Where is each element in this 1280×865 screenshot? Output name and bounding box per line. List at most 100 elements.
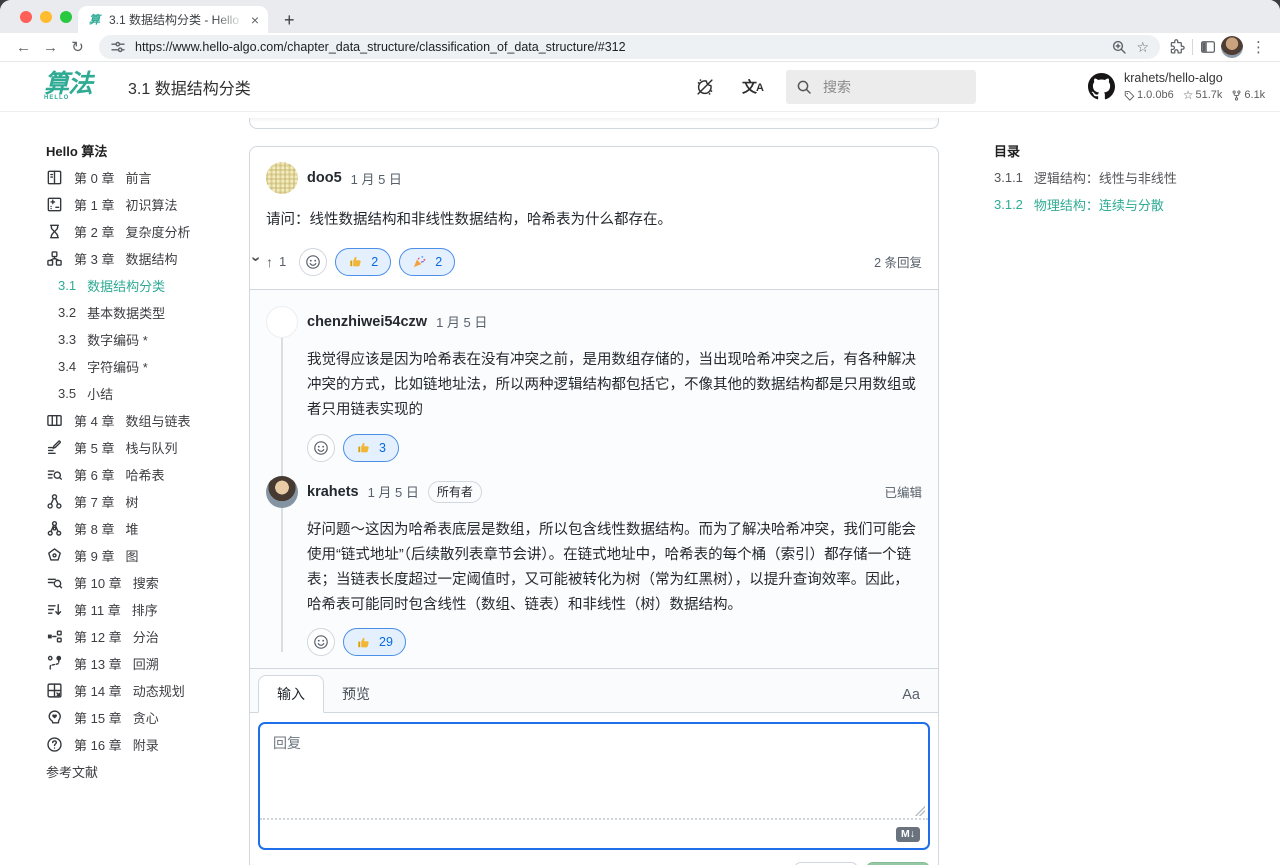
sidebar-item-number: 第 10 章	[74, 573, 122, 592]
toc-item[interactable]: 3.1.2物理结构：连续与分散	[994, 191, 1280, 218]
avatar[interactable]	[266, 306, 298, 338]
comment-date[interactable]: 1 月 5 日	[351, 169, 402, 188]
reply-editor: 回复 M↓	[258, 722, 930, 850]
upvote-button[interactable]: ↑ 1	[266, 254, 286, 270]
heap-icon	[46, 520, 63, 537]
add-reaction-button[interactable]	[307, 628, 335, 656]
sidebar-item-number: 3.5	[58, 386, 76, 401]
sidebar-item[interactable]: 第 15 章贪心›	[46, 704, 258, 731]
sidebar-item-label: 初识算法	[125, 195, 177, 214]
site-header: 算法 HELLO 3.1 数据结构分类 文A krahets/hello-alg…	[0, 62, 1280, 112]
sidebar-item[interactable]: 3.5小结	[46, 380, 258, 407]
bookmark-star-icon[interactable]: ☆	[1136, 39, 1149, 56]
browser-window: 算 3.1 数据结构分类 - Hello 算法 × + ← → ↻ https:…	[0, 0, 1280, 865]
sidebar-item[interactable]: 参考文献	[46, 758, 258, 785]
add-reaction-button[interactable]	[299, 248, 327, 276]
sidebar-item[interactable]: 第 6 章哈希表›	[46, 461, 258, 488]
repo-forks: 6.1k	[1231, 89, 1265, 101]
reaction-pill[interactable]: 29	[343, 628, 406, 656]
sidebar-item[interactable]: 第 7 章树›	[46, 488, 258, 515]
sidebar-item[interactable]: 第 16 章附录›	[46, 731, 258, 758]
add-reaction-button[interactable]	[307, 434, 335, 462]
reload-icon[interactable]: ↻	[64, 38, 91, 56]
graph-icon	[46, 547, 63, 564]
blocks-icon	[46, 250, 63, 267]
search-input[interactable]	[821, 78, 941, 96]
reply-date[interactable]: 1 月 5 日	[368, 482, 419, 501]
sidebar-item[interactable]: 3.3数字编码 *	[46, 326, 258, 353]
tab-preview[interactable]: 预览	[324, 676, 388, 712]
tab-close-icon[interactable]: ×	[251, 13, 259, 27]
reply-footer: 3	[307, 434, 922, 462]
page-title: 3.1 数据结构分类	[128, 75, 251, 99]
fork-icon	[1231, 90, 1242, 101]
back-icon[interactable]: ←	[10, 39, 37, 56]
reply-form: 输入 预览 Aa 回复 M↓ 取消	[250, 668, 938, 865]
resize-handle[interactable]	[915, 806, 925, 816]
browser-profile-avatar[interactable]	[1221, 36, 1243, 58]
markdown-supported-icon[interactable]: M↓	[896, 827, 920, 842]
sidebar-item[interactable]: 第 4 章数组与链表›	[46, 407, 258, 434]
site-settings-icon[interactable]	[110, 39, 126, 55]
sidebar-item[interactable]: 第 12 章分治›	[46, 623, 258, 650]
site-logo[interactable]: 算法 HELLO	[44, 72, 92, 101]
sidebar-item[interactable]: 3.1数据结构分类	[46, 272, 258, 299]
sidebar-item[interactable]: 第 14 章动态规划›	[46, 677, 258, 704]
sidebar-item[interactable]: 第 1 章初识算法›	[46, 191, 258, 218]
sidebar-item[interactable]: 第 10 章搜索›	[46, 569, 258, 596]
zoom-page-icon[interactable]	[1111, 39, 1127, 55]
extensions-icon[interactable]	[1168, 38, 1186, 56]
book-icon	[46, 169, 63, 186]
theme-toggle-icon[interactable]	[694, 76, 716, 98]
address-bar[interactable]: https://www.hello-algo.com/chapter_data_…	[99, 35, 1160, 59]
forward-icon[interactable]: →	[37, 39, 64, 56]
reaction-pill[interactable]: 3	[343, 434, 399, 462]
toc-title: 目录	[994, 137, 1280, 164]
toc-item[interactable]: 3.1.1逻辑结构：线性与非线性	[994, 164, 1280, 191]
new-tab-button[interactable]: +	[284, 11, 295, 29]
avatar[interactable]	[266, 162, 298, 194]
reply-header: krahets1 月 5 日所有者已编辑	[266, 476, 922, 508]
sidebar-item-number: 第 14 章	[74, 681, 122, 700]
window-zoom-button[interactable]	[60, 11, 72, 23]
comment-author[interactable]: doo5	[307, 170, 342, 186]
search-icon	[796, 79, 812, 95]
chevron-down-icon[interactable]: ›	[247, 256, 263, 261]
comment: doo5 1 月 5 日 请问：线性数据结构和非线性数据结构，哈希表为什么都存在…	[250, 147, 938, 289]
sidebar-item[interactable]: 第 8 章堆›	[46, 515, 258, 542]
site-logo-text: 算法	[44, 70, 92, 98]
browser-menu-icon[interactable]: ⋮	[1251, 38, 1266, 56]
text-format-button[interactable]: Aa	[892, 687, 930, 712]
sidebar-item[interactable]: 第 3 章数据结构›	[46, 245, 258, 272]
repo-name: krahets/hello-algo	[1124, 71, 1265, 85]
avatar[interactable]	[266, 476, 298, 508]
sidebar-item-label: 哈希表	[125, 465, 164, 484]
repo-facts: 1.0.0b6 ☆ 51.7k 6.1k	[1124, 88, 1265, 102]
replies-section: chenzhiwei54czw1 月 5 日我觉得应该是因为哈希表在没有冲突之前…	[250, 289, 938, 669]
sidebar-item[interactable]: 第 13 章回溯›	[46, 650, 258, 677]
github-repo-link[interactable]: krahets/hello-algo 1.0.0b6 ☆ 51.7k 6.1k	[1088, 71, 1260, 102]
browser-tab[interactable]: 算 3.1 数据结构分类 - Hello 算法 ×	[78, 6, 268, 33]
reply-author[interactable]: krahets	[307, 484, 359, 500]
site-favicon-icon: 算	[87, 12, 102, 27]
side-panel-icon[interactable]	[1199, 38, 1217, 56]
sidebar-item[interactable]: 3.4字符编码 *	[46, 353, 258, 380]
reply-textarea[interactable]: 回复	[260, 724, 928, 818]
sidebar-item[interactable]: 第 5 章栈与队列›	[46, 434, 258, 461]
sidebar-item[interactable]: 第 11 章排序›	[46, 596, 258, 623]
sidebar-item-number: 3.1	[58, 278, 76, 293]
sidebar-item[interactable]: 第 2 章复杂度分析›	[46, 218, 258, 245]
reaction-pill[interactable]: 2	[399, 248, 455, 276]
language-switch-icon[interactable]: 文A	[742, 76, 764, 97]
sidebar-item[interactable]: 3.2基本数据类型	[46, 299, 258, 326]
reply-date[interactable]: 1 月 5 日	[436, 312, 487, 331]
search-box[interactable]	[786, 70, 976, 104]
sidebar-item[interactable]: 第 0 章前言›	[46, 164, 258, 191]
editor-tab-bar: 输入 预览 Aa	[250, 669, 938, 713]
sidebar-item[interactable]: 第 9 章图›	[46, 542, 258, 569]
tab-write[interactable]: 输入	[258, 675, 324, 713]
window-close-button[interactable]	[20, 11, 32, 23]
reply-author[interactable]: chenzhiwei54czw	[307, 314, 427, 330]
window-minimize-button[interactable]	[40, 11, 52, 23]
reaction-pill[interactable]: 2	[335, 248, 391, 276]
